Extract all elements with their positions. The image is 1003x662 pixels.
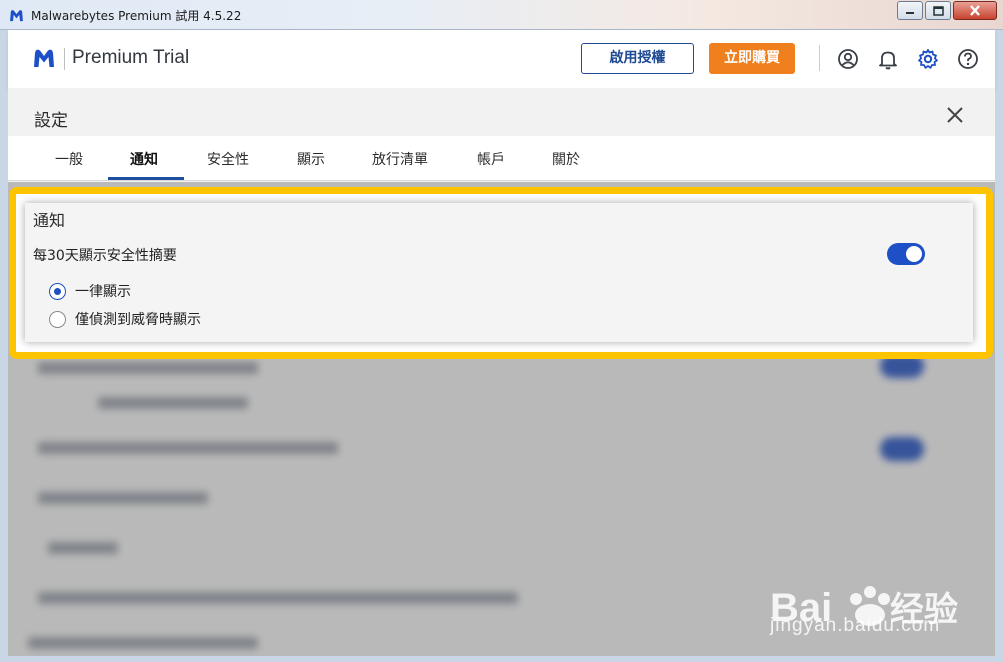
window-controls [897,1,997,20]
minimize-icon [906,11,914,14]
close-icon [970,5,980,16]
header-divider [819,45,820,71]
account-icon[interactable] [837,48,859,70]
radio-threat-only[interactable]: 僅偵測到威脅時顯示 [49,309,201,329]
radio-button-checked[interactable] [49,282,66,300]
settings-tabs: 一般 通知 安全性 顯示 放行清單 帳戶 關於 [8,136,995,181]
maximize-button[interactable] [925,1,951,20]
notification-section: 通知 每30天顯示安全性摘要 一律顯示 僅偵測到威脅時顯示 [25,203,973,342]
tab-notifications[interactable]: 通知 [130,149,158,169]
window-title: Malwarebytes Premium 試用 4.5.22 [31,9,242,23]
section-title: 通知 [33,211,66,230]
maximize-icon [932,5,944,16]
help-icon[interactable] [957,48,979,70]
watermark-url: jingyan.baidu.com [770,615,941,636]
tab-display[interactable]: 顯示 [297,149,325,169]
tab-allow-list[interactable]: 放行清單 [372,149,428,169]
app-header: Premium Trial 啟用授權 立即購買 [8,30,995,88]
summary-toggle[interactable] [887,243,925,265]
settings-title: 設定 [34,111,68,131]
buy-now-button[interactable]: 立即購買 [709,43,795,74]
minimize-button[interactable] [897,1,923,20]
gear-icon[interactable] [917,48,939,70]
malwarebytes-logo-icon [10,10,23,22]
radio-label: 僅偵測到威脅時顯示 [75,312,201,328]
toggle-knob [906,246,922,262]
tab-account[interactable]: 帳戶 [477,149,505,169]
malwarebytes-logo-icon [34,49,54,67]
activate-license-button[interactable]: 啟用授權 [581,43,694,74]
close-icon[interactable] [946,106,964,124]
brand-divider [64,48,65,70]
window-titlebar: Malwarebytes Premium 試用 4.5.22 [0,0,1003,30]
tab-general[interactable]: 一般 [55,149,83,169]
bell-icon[interactable] [877,48,899,70]
product-name: Premium Trial [72,47,190,68]
radio-always-show[interactable]: 一律顯示 [49,281,131,301]
summary-label: 每30天顯示安全性摘要 [33,248,177,264]
tab-security[interactable]: 安全性 [207,149,249,169]
active-tab-indicator [108,177,184,180]
tab-about[interactable]: 關於 [552,149,580,169]
radio-button[interactable] [49,310,66,328]
radio-label: 一律顯示 [75,284,131,300]
close-window-button[interactable] [953,1,997,20]
